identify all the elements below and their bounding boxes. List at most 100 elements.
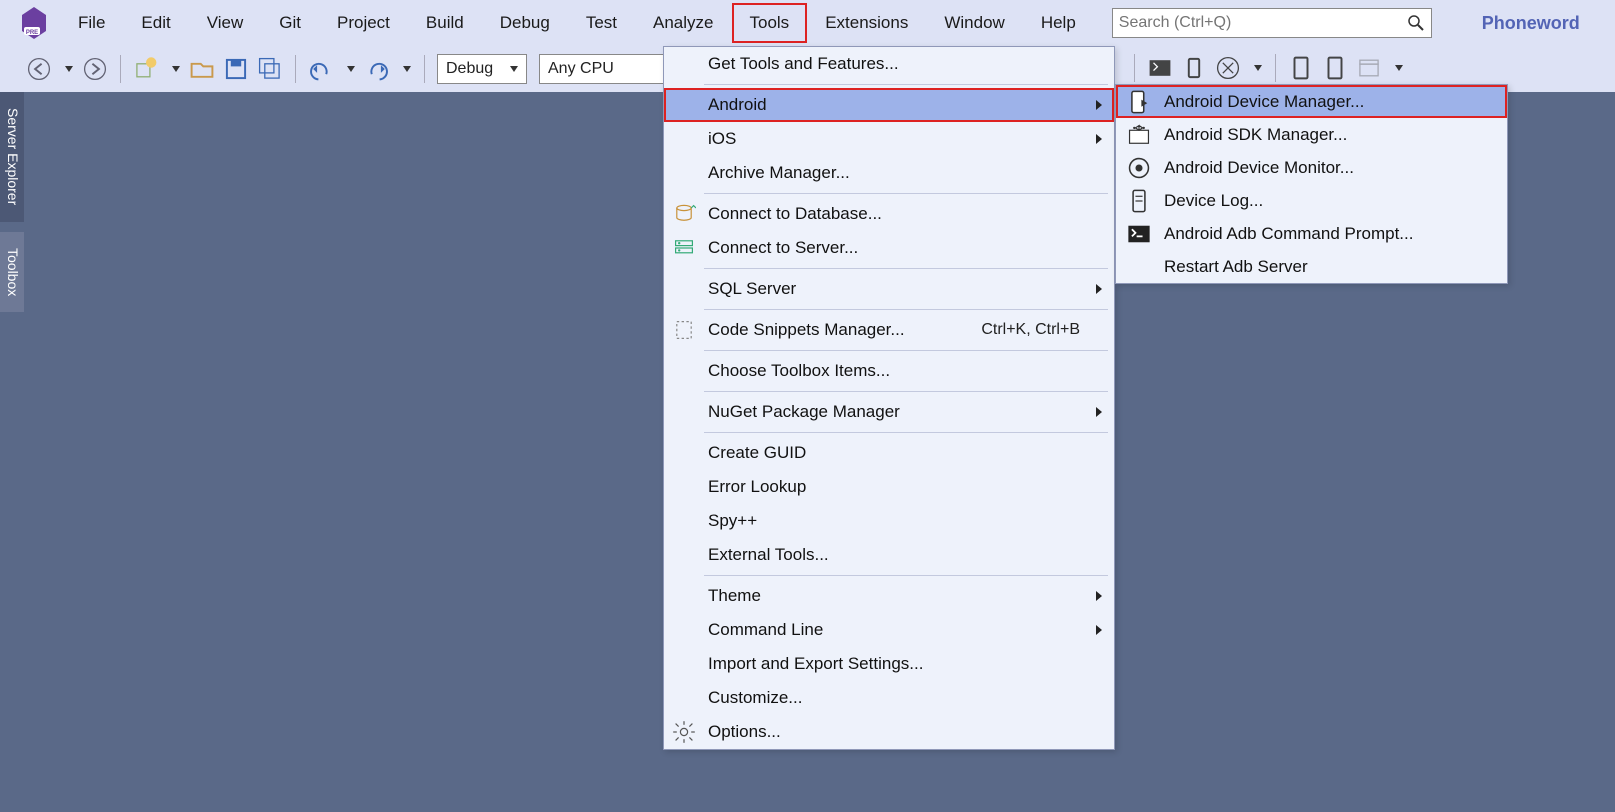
- snip-icon: [672, 318, 696, 342]
- tools-item-error-lookup[interactable]: Error Lookup: [664, 470, 1114, 504]
- android-item-device-log[interactable]: Device Log...: [1116, 184, 1507, 217]
- tools-item-archive-manager[interactable]: Archive Manager...: [664, 156, 1114, 190]
- tools-item-connect-to-server[interactable]: Connect to Server...: [664, 231, 1114, 265]
- device-preview2-icon[interactable]: [1322, 55, 1348, 81]
- menu-item-label: Create GUID: [708, 443, 806, 463]
- submenu-item-label: Android Adb Command Prompt...: [1164, 224, 1413, 244]
- menubar: PRE FileEditViewGitProjectBuildDebugTest…: [0, 0, 1615, 46]
- devmgr-icon: [1126, 89, 1152, 115]
- menu-shortcut: Ctrl+K, Ctrl+B: [981, 321, 1080, 339]
- tools-item-ios[interactable]: iOS: [664, 122, 1114, 156]
- toolbox-tab[interactable]: Toolbox: [0, 232, 24, 312]
- tools-item-code-snippets-manager[interactable]: Code Snippets Manager... Ctrl+K, Ctrl+B: [664, 313, 1114, 347]
- tools-item-get-tools-and-features[interactable]: Get Tools and Features...: [664, 47, 1114, 81]
- nav-back-dropdown[interactable]: [60, 58, 74, 80]
- menu-item-label: Error Lookup: [708, 477, 806, 497]
- tools-item-external-tools[interactable]: External Tools...: [664, 538, 1114, 572]
- menu-item-label: External Tools...: [708, 545, 829, 565]
- menu-window[interactable]: Window: [926, 3, 1022, 43]
- submenu-arrow-icon: [1096, 591, 1102, 601]
- menu-item-label: Theme: [708, 586, 761, 606]
- tools-item-customize[interactable]: Customize...: [664, 681, 1114, 715]
- search-input[interactable]: [1119, 14, 1407, 32]
- menu-edit[interactable]: Edit: [123, 3, 188, 43]
- server-icon: [672, 236, 696, 260]
- android-item-android-device-monitor[interactable]: Android Device Monitor...: [1116, 151, 1507, 184]
- save-all-button[interactable]: [257, 56, 283, 82]
- server-explorer-tab[interactable]: Server Explorer: [0, 92, 24, 222]
- android-item-android-adb-command-prompt[interactable]: Android Adb Command Prompt...: [1116, 217, 1507, 250]
- menu-item-label: Connect to Database...: [708, 204, 882, 224]
- menu-extensions[interactable]: Extensions: [807, 3, 926, 43]
- menu-item-label: Spy++: [708, 511, 757, 531]
- device-icon[interactable]: [1181, 55, 1207, 81]
- terminal-icon[interactable]: [1147, 55, 1173, 81]
- open-file-button[interactable]: [189, 56, 215, 82]
- menu-test[interactable]: Test: [568, 3, 635, 43]
- menu-git[interactable]: Git: [261, 3, 319, 43]
- menu-tools[interactable]: Tools: [732, 3, 808, 43]
- menu-help[interactable]: Help: [1023, 3, 1094, 43]
- tools-menu-dropdown: Get Tools and Features... Android iOS Archi…: [663, 46, 1115, 750]
- tools-item-android[interactable]: Android: [664, 88, 1114, 122]
- menu-item-label: Customize...: [708, 688, 802, 708]
- nav-back-button[interactable]: [26, 56, 52, 82]
- tools-item-choose-toolbox-items[interactable]: Choose Toolbox Items...: [664, 354, 1114, 388]
- save-button[interactable]: [223, 56, 249, 82]
- menu-debug[interactable]: Debug: [482, 3, 568, 43]
- submenu-item-label: Android Device Manager...: [1164, 92, 1364, 112]
- tools-item-create-guid[interactable]: Create GUID: [664, 436, 1114, 470]
- menu-build[interactable]: Build: [408, 3, 482, 43]
- android-item-android-sdk-manager[interactable]: Android SDK Manager...: [1116, 118, 1507, 151]
- separator: [295, 55, 296, 83]
- log-icon: [1126, 188, 1152, 214]
- menu-item-label: Code Snippets Manager...: [708, 320, 905, 340]
- menu-separator: [704, 432, 1108, 433]
- vs-logo-icon: PRE: [16, 5, 52, 41]
- menu-item-label: iOS: [708, 129, 736, 149]
- tools-item-theme[interactable]: Theme: [664, 579, 1114, 613]
- menu-item-label: Connect to Server...: [708, 238, 858, 258]
- gear-icon: [672, 720, 696, 744]
- nav-forward-button[interactable]: [82, 56, 108, 82]
- undo-button[interactable]: [308, 56, 334, 82]
- menu-view[interactable]: View: [189, 3, 262, 43]
- menu-file[interactable]: File: [60, 3, 123, 43]
- tools-item-spy[interactable]: Spy++: [664, 504, 1114, 538]
- menu-items: FileEditViewGitProjectBuildDebugTestAnal…: [60, 3, 1094, 43]
- tools-item-connect-to-database[interactable]: Connect to Database...: [664, 197, 1114, 231]
- new-project-button[interactable]: [133, 56, 159, 82]
- search-box[interactable]: [1112, 8, 1432, 38]
- toolbar-cluster-dropdown[interactable]: [1249, 57, 1263, 79]
- android-item-restart-adb-server[interactable]: Restart Adb Server: [1116, 250, 1507, 283]
- config-label: Debug: [446, 60, 493, 78]
- undo-dropdown[interactable]: [342, 58, 356, 80]
- menu-item-label: Options...: [708, 722, 781, 742]
- tools-item-import-and-export-settings[interactable]: Import and Export Settings...: [664, 647, 1114, 681]
- new-project-dropdown[interactable]: [167, 58, 181, 80]
- redo-button[interactable]: [364, 56, 390, 82]
- tools-item-sql-server[interactable]: SQL Server: [664, 272, 1114, 306]
- xamarin-icon[interactable]: [1215, 55, 1241, 81]
- redo-dropdown[interactable]: [398, 58, 412, 80]
- menu-project[interactable]: Project: [319, 3, 408, 43]
- submenu-item-label: Device Log...: [1164, 191, 1263, 211]
- menu-analyze[interactable]: Analyze: [635, 3, 731, 43]
- platform-label: Any CPU: [548, 60, 614, 78]
- submenu-arrow-icon: [1096, 134, 1102, 144]
- menu-item-label: Import and Export Settings...: [708, 654, 923, 674]
- menu-separator: [704, 309, 1108, 310]
- archive-icon: [1356, 55, 1382, 81]
- monitor-icon: [1126, 155, 1152, 181]
- prompt-icon: [1126, 221, 1152, 247]
- solution-name[interactable]: Phoneword: [1472, 9, 1590, 38]
- device-preview1-icon[interactable]: [1288, 55, 1314, 81]
- config-combo[interactable]: Debug: [437, 54, 527, 84]
- toolbar-cluster2-dropdown[interactable]: [1390, 57, 1404, 79]
- menu-separator: [704, 575, 1108, 576]
- tools-item-nuget-package-manager[interactable]: NuGet Package Manager: [664, 395, 1114, 429]
- tools-item-options[interactable]: Options...: [664, 715, 1114, 749]
- tools-item-command-line[interactable]: Command Line: [664, 613, 1114, 647]
- submenu-item-label: Restart Adb Server: [1164, 257, 1308, 277]
- android-item-android-device-manager[interactable]: Android Device Manager...: [1116, 85, 1507, 118]
